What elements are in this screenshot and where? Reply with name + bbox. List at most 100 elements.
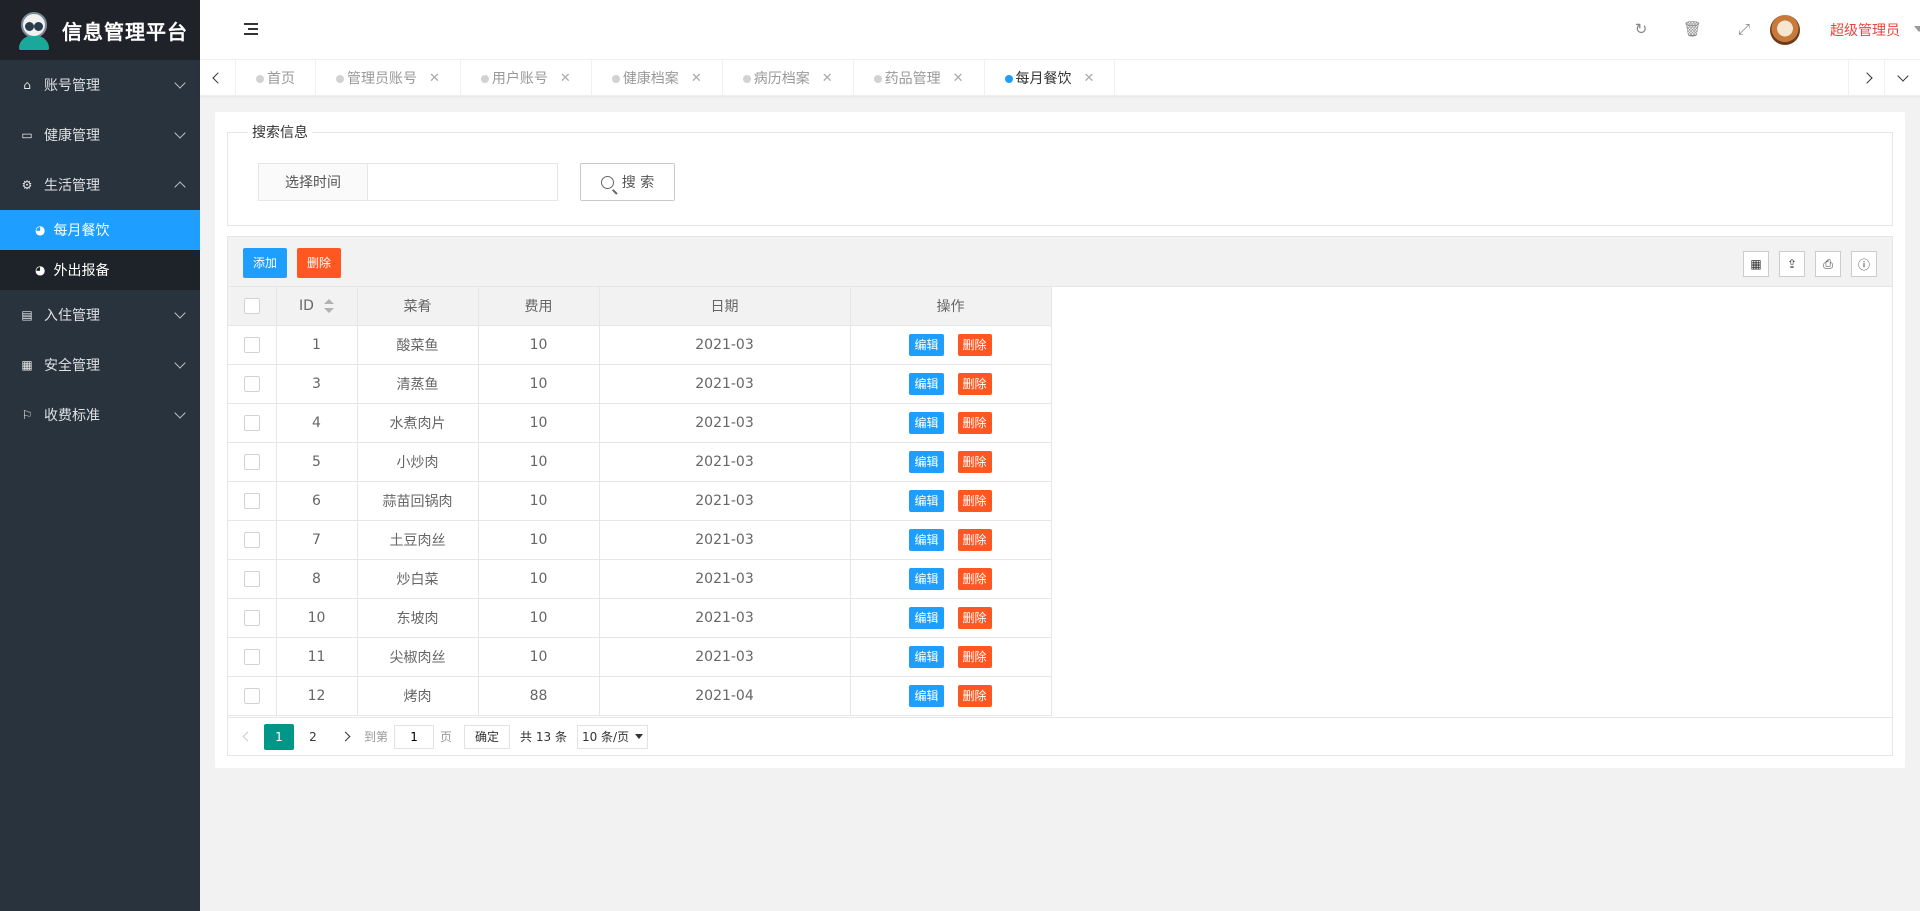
- row-delete-button[interactable]: 删除: [957, 684, 992, 707]
- page-size-select[interactable]: 10 条/页: [576, 724, 649, 749]
- sidebar-item-checkin[interactable]: ▤ 入住管理: [0, 290, 200, 340]
- tab-dot-icon: [742, 75, 751, 83]
- cell-cost: 10: [478, 559, 600, 599]
- pager-confirm-button[interactable]: 确定: [464, 724, 511, 749]
- info-icon[interactable]: ⓘ: [1851, 251, 1877, 277]
- row-delete-button[interactable]: 删除: [957, 606, 992, 629]
- tab-user-accounts[interactable]: 用户账号 ✕: [461, 60, 592, 96]
- tab-home[interactable]: 首页: [236, 60, 316, 96]
- logo[interactable]: 信息管理平台: [0, 0, 200, 60]
- close-icon[interactable]: ✕: [691, 71, 702, 86]
- tab-scroll-left[interactable]: [200, 60, 236, 96]
- tab-dot-icon: [336, 75, 344, 83]
- row-delete-button[interactable]: 删除: [957, 333, 992, 356]
- row-delete-button[interactable]: 删除: [957, 411, 992, 434]
- delete-button[interactable]: 删除: [297, 248, 342, 278]
- search-button[interactable]: 搜 索: [580, 163, 675, 201]
- edit-button[interactable]: 编辑: [909, 489, 944, 512]
- tab-health-records[interactable]: 健康档案 ✕: [592, 60, 723, 96]
- row-checkbox[interactable]: [243, 336, 260, 353]
- tab-label: 健康档案: [622, 71, 679, 87]
- edit-button[interactable]: 编辑: [909, 450, 944, 473]
- sidebar-item-fees[interactable]: ⚐ 收费标准: [0, 390, 200, 440]
- row-delete-button[interactable]: 删除: [957, 528, 992, 551]
- close-icon[interactable]: ✕: [560, 71, 571, 86]
- edit-button[interactable]: 编辑: [909, 645, 944, 668]
- tab-scroll-right[interactable]: [1848, 60, 1884, 96]
- chevron-left-icon: [242, 731, 252, 742]
- pager-page-2[interactable]: 2: [298, 724, 328, 750]
- tab-menu-dropdown[interactable]: [1884, 60, 1920, 96]
- pager-goto-input[interactable]: [394, 724, 435, 749]
- row-checkbox[interactable]: [243, 687, 260, 704]
- date-input[interactable]: [368, 163, 558, 201]
- edit-button[interactable]: 编辑: [909, 411, 944, 434]
- row-delete-button[interactable]: 删除: [957, 567, 992, 590]
- sidebar-item-security[interactable]: ▦ 安全管理: [0, 340, 200, 390]
- tab-medical-records[interactable]: 病历档案 ✕: [723, 60, 854, 96]
- cell-date: 2021-03: [599, 520, 851, 560]
- sidebar-item-account[interactable]: ⌂ 账号管理: [0, 60, 200, 110]
- pager-page-1[interactable]: 1: [264, 723, 294, 750]
- sidebar-item-life[interactable]: ⚙ 生活管理: [0, 160, 200, 210]
- row-checkbox[interactable]: [243, 453, 260, 470]
- print-icon[interactable]: ⎙: [1815, 251, 1841, 277]
- close-icon[interactable]: ✕: [953, 71, 964, 86]
- chevron-down-icon: [174, 127, 186, 139]
- sidebar-subitem-monthly-meals[interactable]: ◕ 每月餐饮: [0, 210, 200, 250]
- menu-toggle-icon[interactable]: [244, 23, 258, 35]
- edit-button[interactable]: 编辑: [909, 372, 944, 395]
- sidebar-item-health[interactable]: ▭ 健康管理: [0, 110, 200, 160]
- export-icon[interactable]: ⇪: [1779, 251, 1805, 277]
- select-all-checkbox[interactable]: [243, 297, 260, 314]
- row-checkbox[interactable]: [243, 492, 260, 509]
- fullscreen-icon[interactable]: ⤢: [1735, 20, 1753, 38]
- close-icon[interactable]: ✕: [429, 71, 440, 86]
- tab-medicine[interactable]: 药品管理 ✕: [854, 60, 985, 96]
- header-dish: 菜肴: [357, 287, 479, 326]
- columns-icon[interactable]: ▦: [1743, 251, 1769, 277]
- cell-cost: 10: [478, 520, 600, 560]
- refresh-icon[interactable]: ↻: [1632, 20, 1650, 38]
- row-checkbox[interactable]: [243, 531, 260, 548]
- row-delete-button[interactable]: 删除: [957, 372, 992, 395]
- pagination: 1 2 到第 页 确定 共 13 条 10 条/页: [228, 717, 1892, 755]
- sort-icon[interactable]: [323, 298, 334, 313]
- tab-monthly-meals[interactable]: 每月餐饮 ✕: [985, 60, 1116, 96]
- avatar[interactable]: [1770, 15, 1800, 45]
- caret-down-icon[interactable]: [1914, 26, 1920, 32]
- row-checkbox[interactable]: [243, 375, 260, 392]
- edit-button[interactable]: 编辑: [909, 567, 944, 590]
- sidebar-item-label: 账号管理: [44, 78, 100, 94]
- edit-button[interactable]: 编辑: [909, 528, 944, 551]
- pager-next[interactable]: [338, 722, 352, 752]
- edit-button[interactable]: 编辑: [909, 333, 944, 356]
- row-checkbox[interactable]: [243, 648, 260, 665]
- table-header-row: ID 菜肴 费用 日期 操作: [228, 287, 1052, 326]
- dashboard-icon: ◕: [35, 223, 46, 237]
- edit-button[interactable]: 编辑: [909, 606, 944, 629]
- tab-label: 病历档案: [753, 71, 810, 87]
- cell-date: 2021-03: [599, 481, 851, 521]
- add-button[interactable]: 添加: [243, 248, 288, 278]
- tab-label: 管理员账号: [347, 71, 417, 87]
- username[interactable]: 超级管理员: [1830, 20, 1900, 40]
- sidebar-subitem-outing-report[interactable]: ◕ 外出报备: [0, 250, 200, 290]
- edit-button[interactable]: 编辑: [909, 684, 944, 707]
- cell-dish: 炒白菜: [357, 559, 479, 599]
- sidebar-submenu-life: ◕ 每月餐饮 ◕ 外出报备: [0, 210, 200, 290]
- header-id[interactable]: ID: [276, 287, 358, 326]
- close-icon[interactable]: ✕: [822, 71, 833, 86]
- row-delete-button[interactable]: 删除: [957, 489, 992, 512]
- trash-icon[interactable]: 🗑: [1683, 20, 1702, 38]
- row-checkbox[interactable]: [243, 570, 260, 587]
- row-checkbox[interactable]: [243, 414, 260, 431]
- sidebar-subitem-label: 每月餐饮: [53, 223, 110, 239]
- row-checkbox[interactable]: [243, 609, 260, 626]
- row-delete-button[interactable]: 删除: [957, 450, 992, 473]
- row-delete-button[interactable]: 删除: [957, 645, 992, 668]
- close-icon[interactable]: ✕: [1084, 71, 1095, 86]
- tab-admin-accounts[interactable]: 管理员账号 ✕: [316, 60, 461, 96]
- cell-dish: 酸菜鱼: [357, 325, 479, 365]
- pager-prev[interactable]: [240, 722, 254, 752]
